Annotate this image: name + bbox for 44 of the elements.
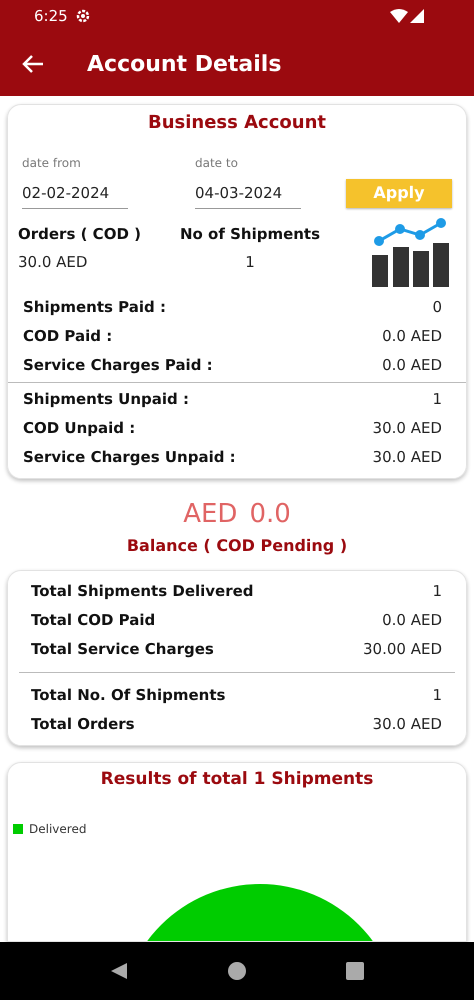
row-label: Total Service Charges <box>31 638 214 660</box>
row-value: 30.00 AED <box>363 638 442 660</box>
row-label: Service Charges Unpaid : <box>23 446 236 468</box>
legend-label: Delivered <box>29 821 86 838</box>
back-arrow-icon[interactable] <box>22 54 44 74</box>
row-value: 0.0 AED <box>382 354 442 376</box>
orders-label: Orders ( COD ) <box>18 224 142 244</box>
date-from-label: date from <box>22 155 82 172</box>
back-icon[interactable] <box>110 962 128 980</box>
row-label: COD Paid : <box>23 326 112 347</box>
balance-amount: 0.0 <box>249 498 291 530</box>
screen-title: Account Details <box>87 50 282 78</box>
row-value: 0.0 AED <box>382 326 442 347</box>
status-time: 6:25 <box>34 6 68 27</box>
card-title: Business Account <box>148 112 326 133</box>
row-value: 0 <box>432 296 442 318</box>
row-value: 0.0 AED <box>382 610 442 631</box>
row-value: 1 <box>432 388 442 410</box>
row-label: Service Charges Paid : <box>23 354 213 376</box>
row-label: Shipments Paid : <box>23 296 166 318</box>
row-value: 30.0 AED <box>372 714 442 735</box>
gear-icon <box>74 8 91 24</box>
row-value: 30.0 AED <box>372 418 442 439</box>
date-to-label: date to <box>195 155 239 172</box>
row-value: 30.0 AED <box>372 446 442 468</box>
row-value: 1 <box>432 684 442 706</box>
date-to-field[interactable]: 04-03-2024 <box>195 172 301 208</box>
row-label: Total No. Of Shipments <box>31 684 226 706</box>
home-icon[interactable] <box>228 962 246 980</box>
row-value: 1 <box>432 580 442 602</box>
results-title: Results of total 1 Shipments <box>100 768 374 788</box>
row-label: Total Shipments Delivered <box>31 580 254 602</box>
row-label: Shipments Unpaid : <box>23 388 189 410</box>
signal-icon <box>410 9 424 23</box>
balance-currency: AED <box>183 498 238 530</box>
row-label: COD Unpaid : <box>23 418 136 439</box>
shipments-value: 1 <box>245 252 255 273</box>
shipments-label: No of Shipments <box>180 224 320 244</box>
orders-value: 30.0 AED <box>18 252 88 273</box>
row-label: Total COD Paid <box>31 610 156 631</box>
wifi-icon <box>390 9 408 23</box>
balance-label: Balance ( COD Pending ) <box>126 534 348 556</box>
row-label: Total Orders <box>31 714 135 735</box>
date-from-field[interactable]: 02-02-2024 <box>22 172 128 208</box>
